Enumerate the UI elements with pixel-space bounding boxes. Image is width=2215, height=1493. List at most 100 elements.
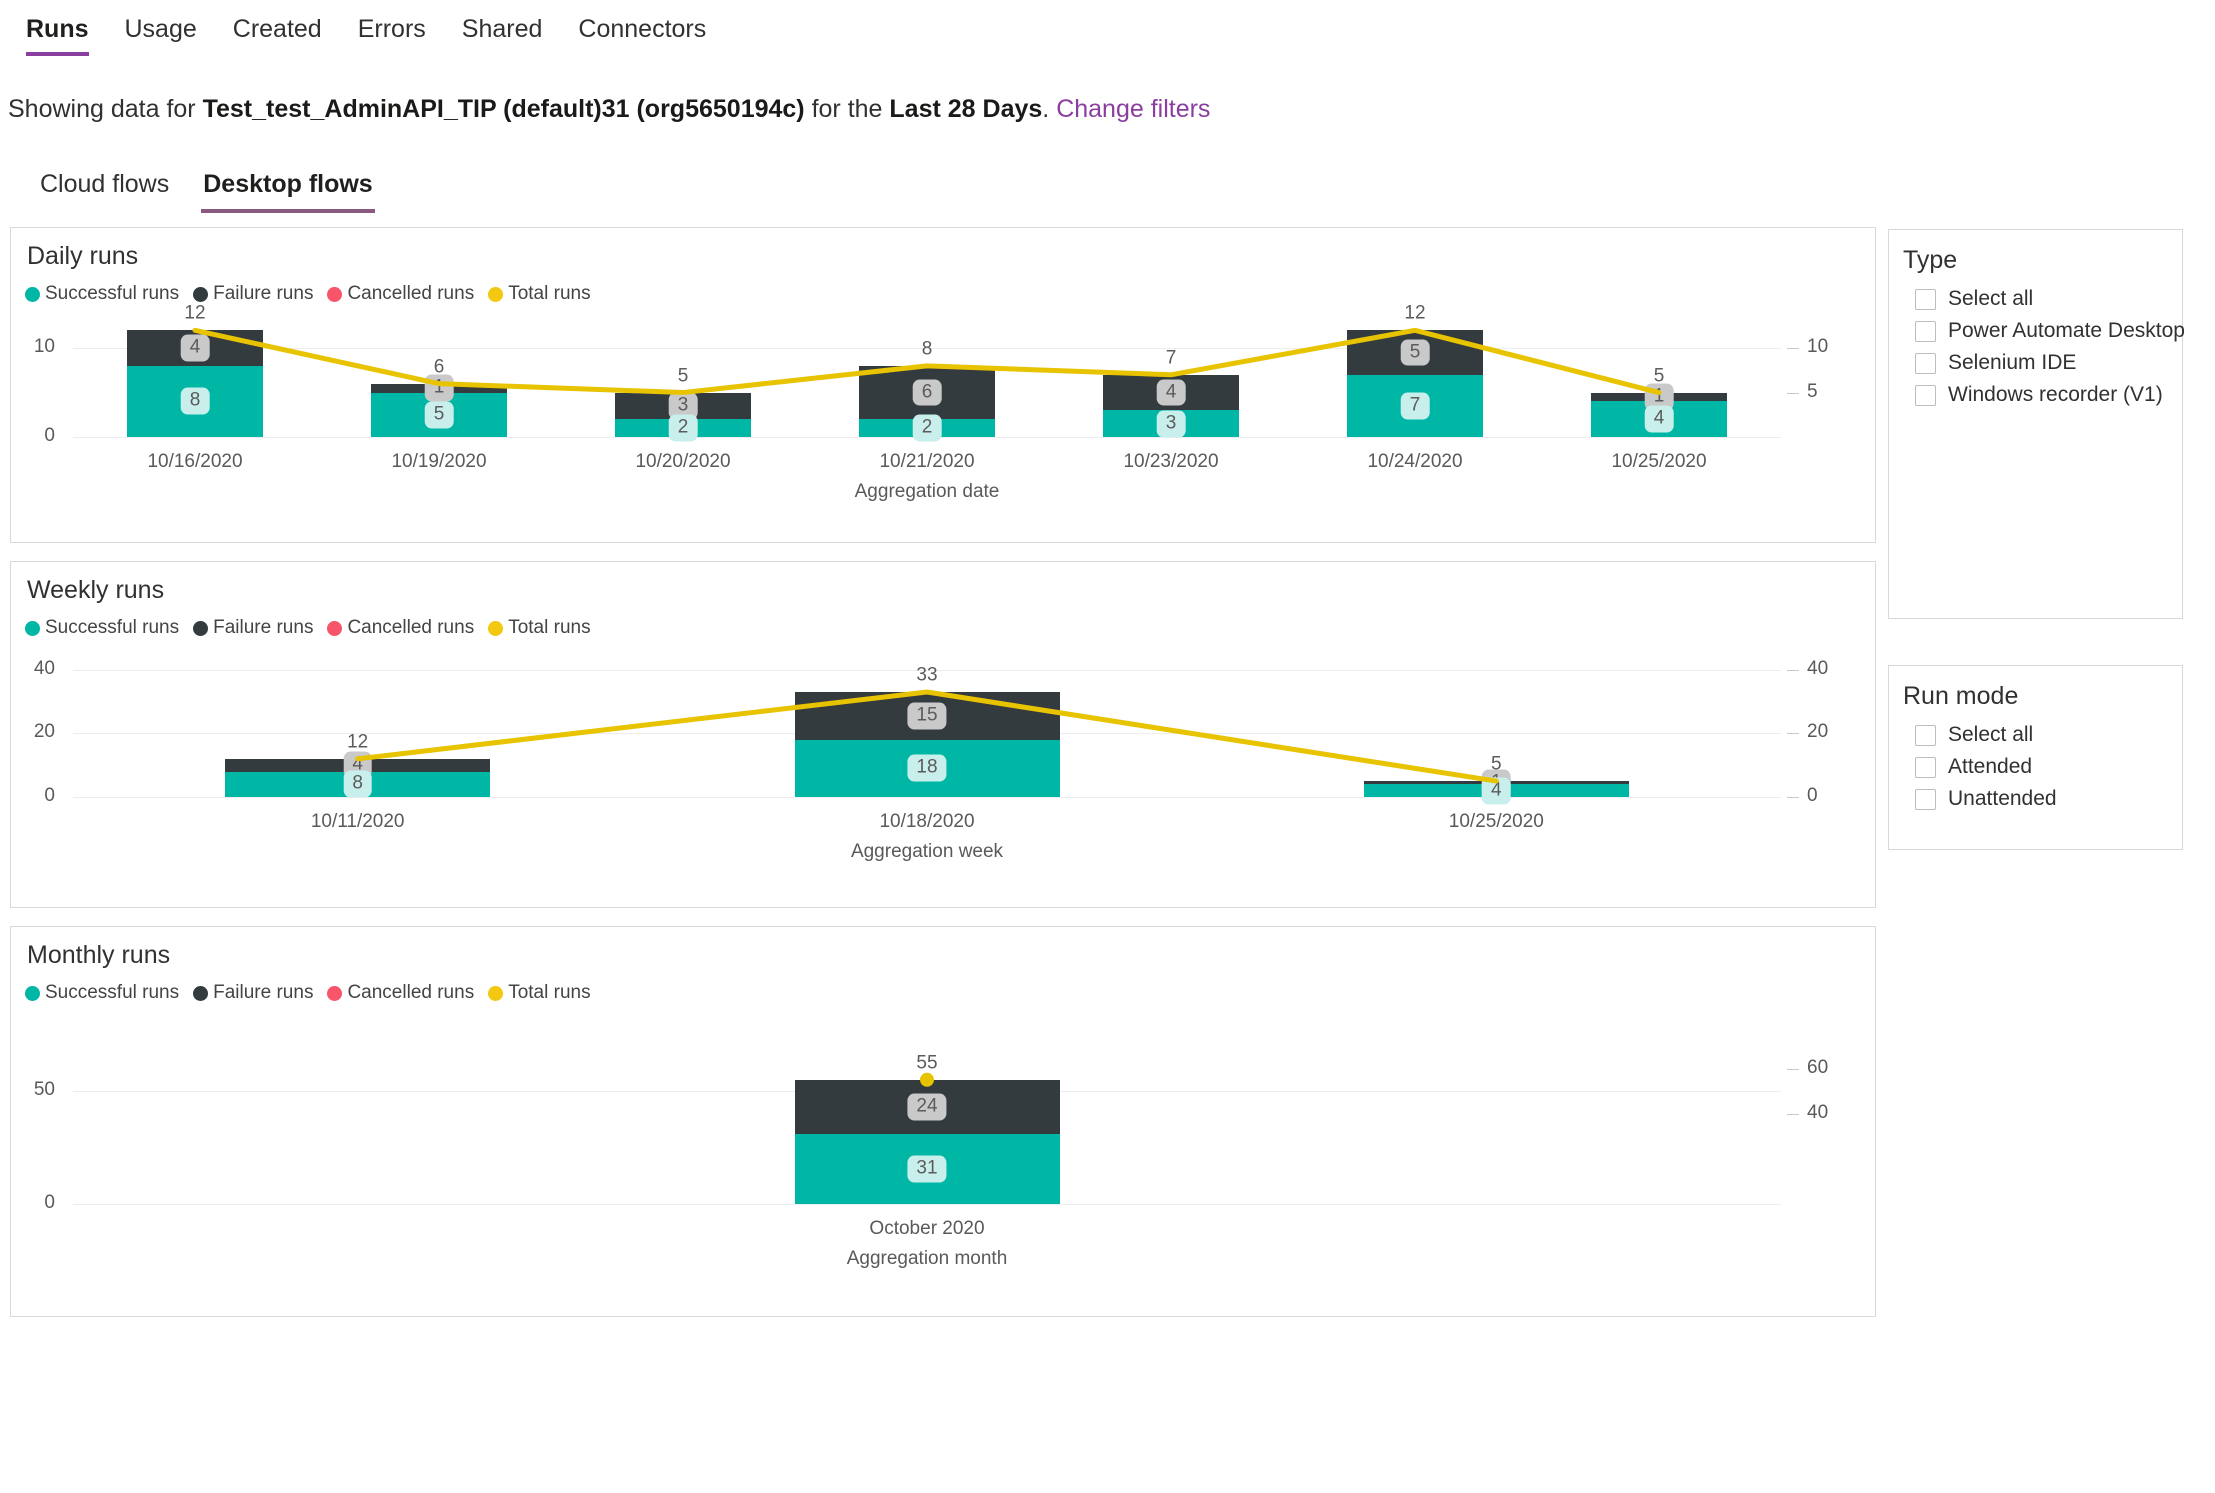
bar-label-success: 8 <box>343 770 372 798</box>
bar-label-total: 33 <box>916 664 938 686</box>
bar-label-total: 7 <box>1165 347 1177 369</box>
legend-item-cancelled-runs[interactable]: Cancelled runs <box>327 617 474 639</box>
legend-label: Successful runs <box>45 617 180 638</box>
y-axis-tickmark-right <box>1787 669 1799 671</box>
y-axis-tickmark-right <box>1787 348 1799 350</box>
y-axis-tick-left: 20 <box>33 721 55 743</box>
flow-type-pivot: Cloud flows Desktop flows <box>24 166 2215 213</box>
bar-label-total: 6 <box>433 356 445 378</box>
filter-option-select-all[interactable]: Select all <box>1889 283 2182 315</box>
gridline <box>73 1204 1781 1205</box>
charts-column: Daily runs Successful runs Failure runs Can… <box>10 227 1876 1335</box>
tab-connectors[interactable]: Connectors <box>560 11 724 56</box>
legend-item-total-runs[interactable]: Total runs <box>488 283 591 305</box>
tab-runs[interactable]: Runs <box>8 11 107 56</box>
tab-errors[interactable]: Errors <box>340 11 444 56</box>
legend-label: Total runs <box>508 982 591 1003</box>
bar-label-success: 18 <box>907 754 947 782</box>
bar-label-success: 5 <box>424 401 454 429</box>
filter-option-label: Select all <box>1948 287 2034 310</box>
legend-item-total-runs[interactable]: Total runs <box>488 617 591 639</box>
legend-swatch-icon <box>488 985 504 1001</box>
legend-swatch-icon <box>327 985 343 1001</box>
chart-legend: Successful runs Failure runs Cancelled run… <box>11 605 1875 639</box>
legend-swatch-icon <box>25 286 40 302</box>
tab-created[interactable]: Created <box>215 11 340 56</box>
filter-option-selenium-ide[interactable]: Selenium IDE <box>1889 347 2182 379</box>
filter-option-attended[interactable]: Attended <box>1889 751 2182 783</box>
subtab-cloud-flows[interactable]: Cloud flows <box>24 166 185 213</box>
chart-title: Weekly runs <box>27 576 165 604</box>
y-axis-tickmark-right <box>1787 1068 1799 1070</box>
filter-panel-title: Run mode <box>1903 682 2019 710</box>
filter-option-power-automate-desktop[interactable]: Power Automate Desktop <box>1889 315 2185 347</box>
primary-tab-bar: Runs Usage Created Errors Shared Connectors <box>0 0 2215 56</box>
legend-swatch-icon <box>327 286 343 302</box>
legend-item-successful-runs[interactable]: Successful runs <box>25 617 179 639</box>
filter-option-label: Power Automate Desktop <box>1948 319 2185 342</box>
legend-item-failure-runs[interactable]: Failure runs <box>193 283 313 305</box>
bar-label-failure: 4 <box>180 334 210 362</box>
legend-label: Successful runs <box>45 283 180 304</box>
legend-item-total-runs[interactable]: Total runs <box>488 982 591 1004</box>
bar-label-total: 55 <box>916 1052 938 1074</box>
y-axis-tick-left: 0 <box>44 785 55 806</box>
bar-label-total: 5 <box>1491 753 1502 775</box>
subtab-desktop-flows[interactable]: Desktop flows <box>187 166 388 213</box>
x-axis-tick-label: 10/11/2020 <box>310 811 405 832</box>
filter-option-label: Selenium IDE <box>1948 351 2077 374</box>
checkbox-icon[interactable] <box>1915 352 1936 374</box>
checkbox-icon[interactable] <box>1915 384 1936 406</box>
filter-option-label: Select all <box>1948 723 2034 746</box>
plot-area: 0 20 40 0 20 40 4 8 12 10/11/2020 15 18 33 10/18/2020… <box>11 657 1875 907</box>
bar-label-total: 12 <box>347 731 369 753</box>
legend-swatch-icon <box>193 286 209 302</box>
filter-option-unattended[interactable]: Unattended <box>1889 783 2182 815</box>
x-axis-title: Aggregation month <box>846 1248 1008 1269</box>
legend-item-failure-runs[interactable]: Failure runs <box>193 982 313 1004</box>
legend-label: Failure runs <box>213 982 314 1003</box>
bar-label-success: 31 <box>907 1155 947 1183</box>
legend-item-failure-runs[interactable]: Failure runs <box>193 617 313 639</box>
legend-item-successful-runs[interactable]: Successful runs <box>25 283 179 305</box>
bar-label-failure: 4 <box>1156 379 1186 406</box>
filter-panel-run-mode: Run mode Select all Attended Unattended <box>1888 665 2183 850</box>
bar-label-success: 7 <box>1400 392 1430 420</box>
legend-label: Cancelled runs <box>347 617 475 638</box>
legend-label: Failure runs <box>213 283 314 304</box>
filter-option-select-all[interactable]: Select all <box>1889 719 2182 751</box>
y-axis-tickmark-right <box>1787 1113 1799 1115</box>
change-filters-link[interactable]: Change filters <box>1056 95 1210 123</box>
bar-label-failure: 6 <box>912 379 942 406</box>
y-axis-tick-left: 40 <box>33 657 55 679</box>
checkbox-icon[interactable] <box>1915 288 1936 310</box>
x-axis-tick-label: 10/23/2020 <box>1123 451 1219 472</box>
y-axis-tickmark-right <box>1787 733 1799 735</box>
y-axis-tick-right: 20 <box>1807 721 1829 743</box>
y-axis-tick-right: 0 <box>1807 785 1818 806</box>
chart-legend: Successful runs Failure runs Cancelled run… <box>11 970 1875 1004</box>
x-axis-tick-label: 10/21/2020 <box>879 451 975 472</box>
legend-item-cancelled-runs[interactable]: Cancelled runs <box>327 283 474 305</box>
legend-item-cancelled-runs[interactable]: Cancelled runs <box>327 982 474 1004</box>
bar-label-total: 12 <box>1404 302 1426 324</box>
checkbox-icon[interactable] <box>1915 788 1936 810</box>
bar-label-success: 2 <box>912 414 942 442</box>
x-axis-tick-label: 10/16/2020 <box>147 451 243 472</box>
legend-label: Failure runs <box>213 617 314 638</box>
legend-label: Cancelled runs <box>347 283 475 304</box>
y-axis-tickmark-right <box>1787 392 1799 394</box>
checkbox-icon[interactable] <box>1915 724 1936 746</box>
checkbox-icon[interactable] <box>1915 320 1936 342</box>
tab-usage[interactable]: Usage <box>107 11 215 56</box>
checkbox-icon[interactable] <box>1915 756 1936 778</box>
plot-area: 0 50 40 60 24 31 55 October 2020 Aggregation mon… <box>11 1052 1875 1316</box>
tab-shared[interactable]: Shared <box>444 11 561 56</box>
filter-option-windows-recorder-v1[interactable]: Windows recorder (V1) <box>1889 379 2182 411</box>
legend-label: Total runs <box>508 617 591 638</box>
legend-item-successful-runs[interactable]: Successful runs <box>25 982 179 1004</box>
y-axis-tick-right: 60 <box>1807 1056 1829 1078</box>
legend-label: Total runs <box>508 283 591 304</box>
legend-swatch-icon <box>327 620 343 636</box>
bar-label-failure: 24 <box>907 1093 947 1121</box>
